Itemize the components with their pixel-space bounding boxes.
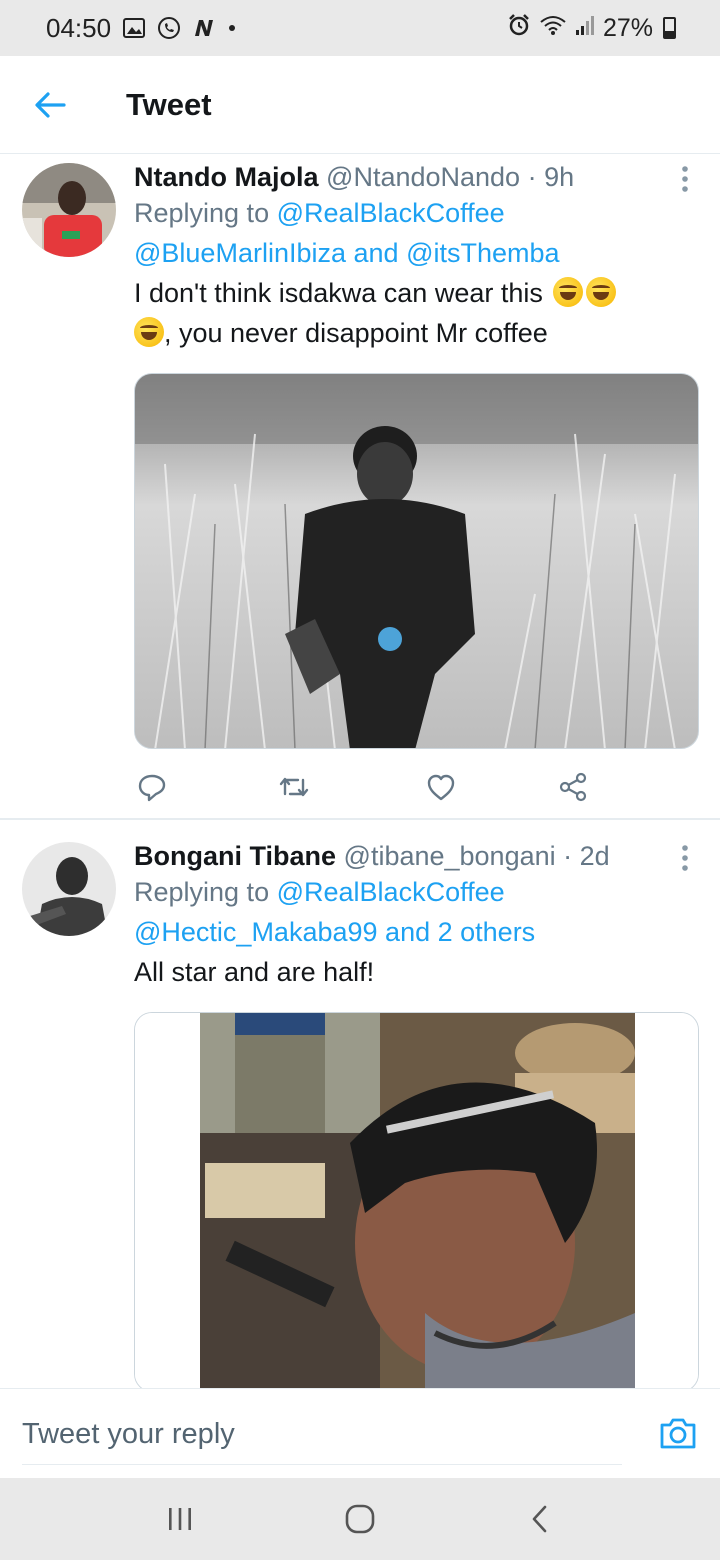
reply-icon bbox=[138, 774, 166, 802]
replying-to: Replying to @RealBlackCoffee @BlueMarlin… bbox=[134, 193, 698, 273]
back-nav-button[interactable] bbox=[510, 1489, 570, 1549]
recent-apps-icon bbox=[169, 1508, 191, 1530]
retweet-icon bbox=[279, 777, 309, 797]
tweet-content: Bongani Tibane @tibane_bongani · 2d Repl… bbox=[134, 840, 698, 992]
avatar[interactable] bbox=[22, 163, 116, 257]
battery-percent: 27% bbox=[602, 13, 653, 42]
camera-icon bbox=[660, 1418, 696, 1449]
reply-and: and bbox=[353, 238, 399, 268]
tweet-time: 9h bbox=[544, 162, 575, 192]
home-icon bbox=[345, 1504, 375, 1534]
tweet-content: Ntando Majola @NtandoNando · 9h Replying… bbox=[134, 161, 698, 353]
app-header: Tweet bbox=[0, 56, 720, 154]
more-options-icon[interactable] bbox=[670, 159, 700, 199]
tweet[interactable]: Ntando Majola @NtandoNando · 9h Replying… bbox=[0, 155, 720, 820]
tweet-text-part: All star and are half! bbox=[134, 957, 375, 987]
replying-to: Replying to @RealBlackCoffee @Hectic_Mak… bbox=[134, 872, 698, 952]
rofl-emoji-icon bbox=[553, 277, 584, 307]
mention-link[interactable]: @BlueMarlinIbiza bbox=[134, 238, 346, 268]
tweet[interactable]: Bongani Tibane @tibane_bongani · 2d Repl… bbox=[0, 822, 720, 1388]
mention-link[interactable]: @RealBlackCoffee bbox=[277, 877, 505, 907]
battery-icon bbox=[663, 17, 676, 39]
system-nav-bar bbox=[0, 1478, 720, 1560]
author-handle[interactable]: @tibane_bongani bbox=[344, 841, 556, 871]
tweet-media-photo[interactable] bbox=[134, 373, 699, 749]
arrow-left-icon bbox=[35, 91, 66, 118]
tweet-actions bbox=[134, 767, 614, 807]
status-right: 27% bbox=[507, 13, 676, 44]
whatsapp-icon bbox=[157, 16, 181, 40]
more-options-icon[interactable] bbox=[670, 838, 700, 878]
tweet-text: I don't think isdakwa can wear this , yo… bbox=[134, 273, 698, 353]
reply-and: and bbox=[385, 917, 431, 947]
rofl-emoji-icon bbox=[134, 317, 164, 347]
retweet-button[interactable] bbox=[278, 771, 310, 803]
camera-button[interactable] bbox=[658, 1413, 698, 1453]
share-icon bbox=[559, 772, 587, 802]
avatar[interactable] bbox=[22, 842, 116, 936]
author-name[interactable]: Bongani Tibane bbox=[134, 841, 336, 871]
wifi-icon bbox=[539, 14, 567, 43]
share-button[interactable] bbox=[557, 771, 589, 803]
recent-apps-button[interactable] bbox=[150, 1489, 210, 1549]
alarm-icon bbox=[507, 13, 531, 44]
signal-icon bbox=[575, 14, 595, 43]
author-handle[interactable]: @NtandoNando bbox=[326, 162, 520, 192]
reply-input[interactable] bbox=[22, 1405, 622, 1465]
reply-button[interactable] bbox=[136, 771, 168, 803]
page-title: Tweet bbox=[126, 86, 212, 122]
meta-separator: · bbox=[527, 162, 537, 192]
tweet-time: 2d bbox=[579, 841, 610, 871]
meta-separator: · bbox=[563, 841, 573, 871]
mention-link[interactable]: @Hectic_Makaba99 bbox=[134, 917, 378, 947]
chevron-left-icon bbox=[532, 1505, 547, 1533]
heart-icon bbox=[427, 774, 455, 801]
mention-link[interactable]: @RealBlackCoffee bbox=[277, 198, 505, 228]
rofl-emoji-icon bbox=[586, 277, 617, 307]
tweet-text: All star and are half! bbox=[134, 952, 698, 992]
gallery-icon bbox=[123, 18, 146, 38]
tweet-media-photo[interactable] bbox=[134, 1012, 699, 1388]
reply-prefix: Replying to bbox=[134, 877, 270, 907]
dot-icon bbox=[227, 23, 237, 33]
back-button[interactable] bbox=[20, 75, 80, 135]
tweet-meta: Ntando Majola @NtandoNando · 9h bbox=[134, 161, 698, 193]
tweet-meta: Bongani Tibane @tibane_bongani · 2d bbox=[134, 840, 698, 872]
status-time: 04:50 bbox=[46, 12, 112, 43]
author-name[interactable]: Ntando Majola bbox=[134, 162, 319, 192]
home-button[interactable] bbox=[330, 1489, 390, 1549]
reply-bar bbox=[0, 1388, 720, 1478]
status-bar: 04:50 27% bbox=[0, 0, 720, 56]
tweet-text-part: , you never disappoint Mr coffee bbox=[164, 318, 548, 348]
reply-prefix: Replying to bbox=[134, 198, 270, 228]
reply-others-link[interactable]: 2 others bbox=[438, 917, 536, 947]
like-button[interactable] bbox=[425, 771, 457, 803]
status-left: 04:50 bbox=[46, 13, 237, 44]
mention-link[interactable]: @itsThemba bbox=[406, 238, 559, 268]
tweet-text-part: I don't think isdakwa can wear this bbox=[134, 278, 543, 308]
n-icon bbox=[193, 18, 215, 38]
